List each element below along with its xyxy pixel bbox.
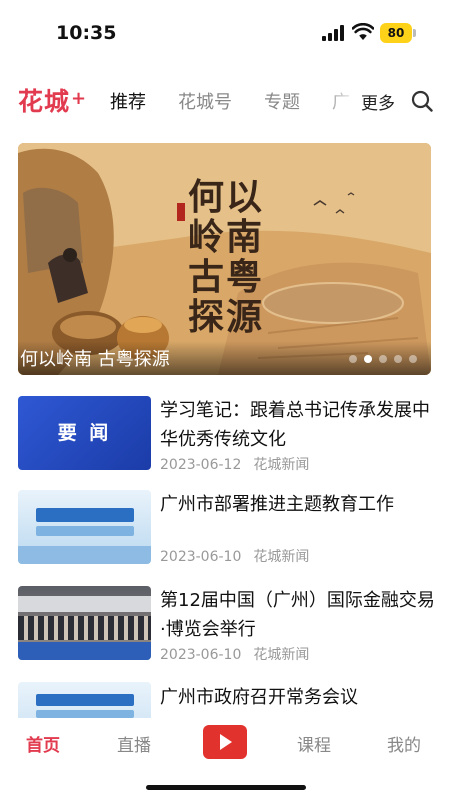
banner-carousel[interactable]: 何以岭南 古粤探源 何以岭南 古粤探源 bbox=[18, 143, 431, 375]
thumb-skyline bbox=[18, 546, 151, 564]
news-title: 第12届中国（广州）国际金融交易·博览会举行 bbox=[160, 590, 435, 640]
news-item[interactable]: 要 闻 学习笔记：跟着总书记传承发展中华优秀传统文化 2023-06-12 花城新… bbox=[18, 396, 431, 476]
news-source: 花城新闻 bbox=[253, 457, 310, 473]
news-title: 广州市部署推进主题教育工作 bbox=[160, 494, 394, 515]
thumb-crowd bbox=[18, 616, 151, 640]
carousel-dot-active[interactable] bbox=[364, 355, 372, 363]
carousel-dot[interactable] bbox=[394, 355, 402, 363]
news-date: 2023-06-10 bbox=[160, 647, 242, 663]
news-title: 学习笔记：跟着总书记传承发展中华优秀传统文化 bbox=[160, 400, 430, 450]
carousel-dot[interactable] bbox=[349, 355, 357, 363]
tab-home[interactable]: 首页 bbox=[26, 731, 60, 756]
banner-caption: 何以岭南 古粤探源 bbox=[20, 349, 170, 370]
news-item[interactable]: 第12届中国（广州）国际金融交易·博览会举行 2023-06-10 花城新闻 bbox=[18, 586, 435, 666]
top-nav: 花城+ 推荐 花城号 专题 广 更多 bbox=[0, 80, 450, 120]
news-source: 花城新闻 bbox=[253, 549, 310, 565]
news-thumbnail bbox=[18, 586, 151, 660]
news-meta: 2023-06-10 花城新闻 bbox=[160, 644, 321, 664]
banner-artwork-title: 何以岭南 古粤探源 bbox=[188, 176, 265, 338]
news-thumbnail: 要 闻 bbox=[18, 396, 151, 470]
thumb-banner-shape bbox=[36, 710, 134, 718]
app-logo[interactable]: 花城+ bbox=[18, 82, 87, 118]
tab-huacheng-account[interactable]: 花城号 bbox=[178, 88, 232, 114]
tab-recommend[interactable]: 推荐 bbox=[110, 88, 146, 114]
tabs-fade-overlay bbox=[320, 80, 360, 120]
carousel-indicator bbox=[349, 355, 417, 363]
search-icon[interactable] bbox=[411, 90, 433, 112]
battery-tip bbox=[413, 29, 416, 37]
wifi-icon bbox=[352, 23, 374, 40]
carousel-dot[interactable] bbox=[409, 355, 417, 363]
battery-indicator: 80 bbox=[380, 23, 412, 43]
news-date: 2023-06-10 bbox=[160, 549, 242, 565]
cellular-signal-icon bbox=[322, 25, 346, 41]
thumb-banner-shape bbox=[36, 526, 134, 536]
status-time: 10:35 bbox=[56, 22, 117, 44]
tab-mine[interactable]: 我的 bbox=[387, 731, 421, 756]
news-title: 广州市政府召开常务会议 bbox=[160, 687, 358, 708]
thumb-caption-bar bbox=[18, 642, 151, 660]
news-item[interactable]: 广州市政府召开常务会议 bbox=[18, 682, 431, 722]
logo-text: 花城 bbox=[18, 87, 71, 116]
play-icon bbox=[220, 734, 232, 750]
tab-special[interactable]: 专题 bbox=[264, 88, 300, 114]
thumb-banner-shape bbox=[36, 694, 134, 706]
more-button[interactable]: 更多 bbox=[361, 89, 395, 114]
news-date: 2023-06-12 bbox=[160, 457, 242, 473]
thumb-stage bbox=[18, 596, 151, 612]
news-meta: 2023-06-10 花城新闻 bbox=[160, 546, 321, 566]
news-thumbnail bbox=[18, 490, 151, 564]
tab-live[interactable]: 直播 bbox=[117, 731, 151, 756]
news-source: 花城新闻 bbox=[253, 647, 310, 663]
video-tab-button[interactable] bbox=[203, 725, 247, 759]
news-item[interactable]: 广州市部署推进主题教育工作 2023-06-10 花城新闻 bbox=[18, 490, 431, 570]
news-thumbnail bbox=[18, 682, 151, 722]
carousel-dot[interactable] bbox=[379, 355, 387, 363]
logo-plus: + bbox=[71, 88, 88, 109]
thumb-banner-shape bbox=[36, 508, 134, 522]
tab-course[interactable]: 课程 bbox=[297, 731, 331, 756]
news-meta: 2023-06-12 花城新闻 bbox=[160, 454, 321, 474]
thumb-badge-text: 要 闻 bbox=[57, 422, 112, 444]
status-bar: 10:35 80 bbox=[0, 0, 450, 66]
home-indicator bbox=[146, 785, 306, 790]
